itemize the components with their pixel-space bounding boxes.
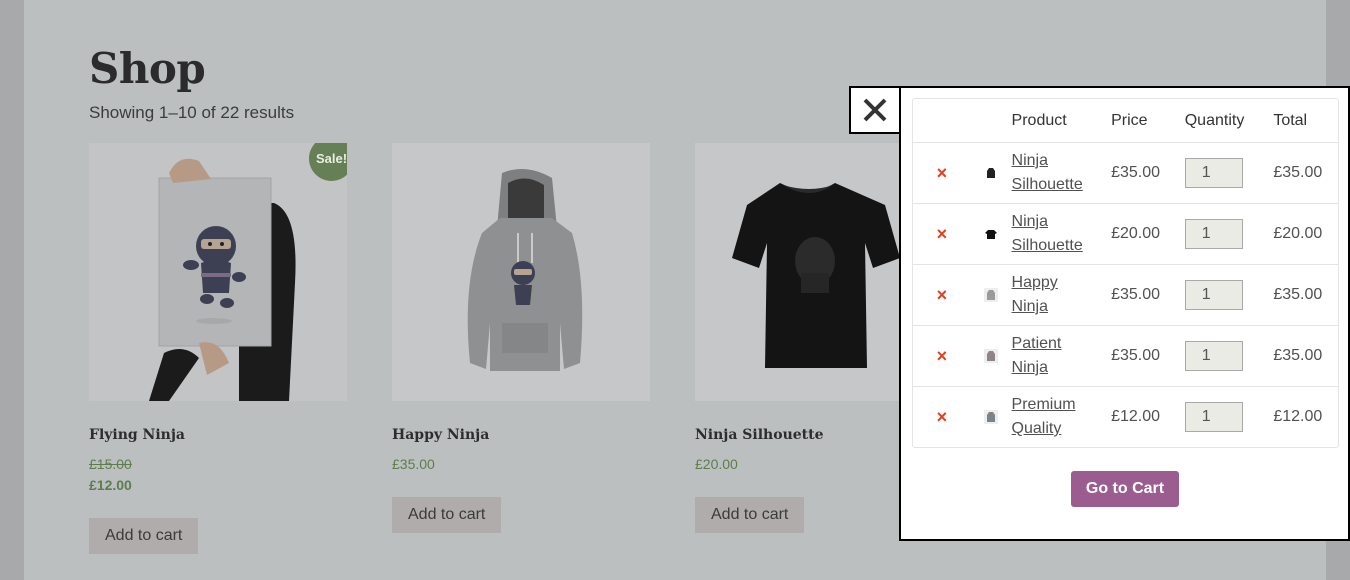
header-price: Price: [1111, 111, 1148, 129]
tshirt-black-icon[interactable]: [984, 227, 999, 241]
cart-popup: Product Price Quantity Total × Ninja Silh…: [899, 86, 1350, 541]
cart-item-total: £20.00: [1273, 225, 1323, 242]
cart-item-price: £20.00: [1111, 225, 1161, 242]
add-to-cart-button[interactable]: Add to cart: [89, 518, 199, 554]
close-icon: [863, 98, 887, 122]
hoodie-black-icon[interactable]: [984, 166, 999, 180]
product-name[interactable]: Happy Ninja: [392, 427, 489, 443]
quantity-input[interactable]: [1184, 402, 1243, 432]
cart-item-link[interactable]: Ninja Silhouette: [1012, 152, 1083, 193]
quantity-input[interactable]: [1184, 341, 1243, 371]
quantity-input[interactable]: [1184, 280, 1243, 310]
cart-item-price: £35.00: [1111, 347, 1161, 364]
remove-item-button[interactable]: ×: [937, 285, 948, 306]
product-old-price: £15.00: [89, 456, 132, 472]
remove-item-button[interactable]: ×: [937, 163, 948, 184]
remove-item-button[interactable]: ×: [937, 346, 948, 367]
cart-item-price: £35.00: [1111, 286, 1161, 303]
product-card: Ninja Silhouette £20.00 Add to cart: [695, 143, 905, 533]
product-image[interactable]: Sale!: [89, 143, 347, 401]
tshirt-image: [695, 143, 905, 401]
cart-item-link[interactable]: Happy Ninja: [1012, 274, 1058, 315]
product-price: £12.00: [89, 477, 132, 493]
add-to-cart-button[interactable]: Add to cart: [695, 497, 805, 533]
cart-row: × HappyNinja £35.00 £35.00: [913, 264, 1338, 325]
hoodie-grey-icon[interactable]: [984, 349, 999, 363]
cart-item-link[interactable]: Patient Ninja: [1012, 335, 1062, 376]
cart-row: × PatientNinja £35.00 £35.00: [913, 325, 1338, 386]
page-title: Shop: [89, 44, 206, 93]
cart-item-total: £35.00: [1273, 286, 1323, 303]
hoodie-grey-icon[interactable]: [984, 410, 999, 424]
add-to-cart-button[interactable]: Add to cart: [392, 497, 502, 533]
header-product: Product: [1011, 111, 1067, 129]
product-price: £20.00: [695, 456, 738, 472]
product-price: £35.00: [392, 456, 435, 472]
product-name[interactable]: Ninja Silhouette: [695, 427, 824, 443]
cart-item-link[interactable]: Premium Quality: [1012, 396, 1076, 437]
cart-item-price: £12.00: [1111, 408, 1161, 425]
product-image[interactable]: [392, 143, 650, 401]
quantity-input[interactable]: [1184, 158, 1243, 188]
product-card: Sale! Flying Ninja £15.00 £12.00 Add to …: [89, 143, 347, 554]
cart-row: × NinjaSilhouette £35.00 £35.00: [913, 142, 1338, 203]
quantity-input[interactable]: [1184, 219, 1243, 249]
cart-item-link[interactable]: Ninja Silhouette: [1012, 213, 1083, 254]
product-card: Happy Ninja £35.00 Add to cart: [392, 143, 650, 533]
cart-item-total: £12.00: [1273, 408, 1323, 425]
cart-item-price: £35.00: [1111, 164, 1161, 181]
header-total: Total: [1273, 111, 1308, 129]
poster-image: [89, 143, 347, 401]
hoodie-grey-icon[interactable]: [984, 288, 999, 302]
cart-table-header: Product Price Quantity Total: [913, 99, 1338, 142]
result-count: Showing 1–10 of 22 results: [89, 103, 295, 122]
hoodie-image: [392, 143, 650, 401]
product-image[interactable]: [695, 143, 905, 401]
cart-row: × NinjaSilhouette £20.00 £20.00: [913, 203, 1338, 264]
remove-item-button[interactable]: ×: [937, 224, 948, 245]
go-to-cart-button[interactable]: Go to Cart: [1071, 471, 1179, 507]
cart-table: Product Price Quantity Total × Ninja Silh…: [912, 98, 1339, 448]
product-name[interactable]: Flying Ninja: [89, 427, 185, 443]
cart-item-total: £35.00: [1273, 164, 1323, 181]
header-quantity: Quantity: [1184, 111, 1245, 129]
cart-item-total: £35.00: [1273, 347, 1323, 364]
remove-item-button[interactable]: ×: [937, 407, 948, 428]
cart-row: × PremiumQuality £12.00 £12.00: [913, 386, 1338, 447]
close-cart-button[interactable]: [849, 86, 901, 134]
